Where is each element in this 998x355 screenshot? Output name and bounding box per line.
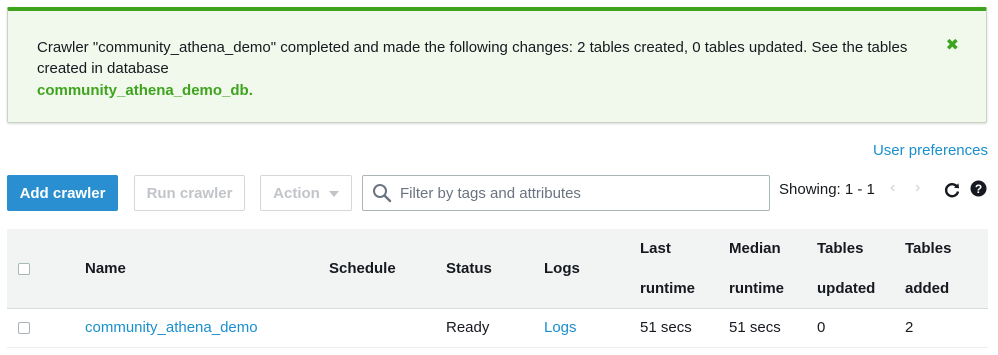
header-tables-added-line2: added	[905, 280, 950, 297]
add-crawler-button[interactable]: Add crawler	[7, 175, 118, 211]
cell-status: Ready	[446, 319, 490, 336]
header-tables-updated[interactable]: Tables updated	[817, 229, 875, 309]
refresh-icon[interactable]	[943, 181, 961, 199]
help-icon[interactable]: ?	[970, 180, 987, 197]
flash-message: Crawler "community_athena_demo" complete…	[37, 39, 908, 77]
svg-text:?: ?	[975, 182, 982, 196]
cell-median-runtime: 51 secs	[729, 319, 781, 336]
header-last-runtime-line1: Last	[640, 240, 671, 257]
close-icon[interactable]: ✖	[946, 38, 959, 54]
crawlers-table: Name Schedule Status Logs Last runtime M…	[7, 229, 988, 348]
header-median-runtime-line1: Median	[729, 240, 781, 257]
cell-tables-added: 2	[905, 319, 914, 336]
row-checkbox[interactable]	[18, 322, 30, 334]
search-input[interactable]	[398, 183, 762, 203]
crawler-name-link[interactable]: community_athena_demo	[85, 319, 258, 336]
success-flash-banner: Crawler "community_athena_demo" complete…	[7, 7, 987, 123]
user-preferences-link[interactable]: User preferences	[873, 142, 988, 159]
search-icon	[373, 184, 392, 203]
header-status[interactable]: Status	[446, 260, 492, 277]
header-last-runtime-line2: runtime	[640, 280, 696, 297]
header-tables-added-line1: Tables	[905, 240, 952, 257]
search-box[interactable]	[362, 175, 770, 211]
header-tables-updated-line1: Tables	[817, 240, 864, 257]
header-median-runtime[interactable]: Median runtime	[729, 229, 784, 309]
caret-down-icon	[328, 191, 339, 197]
table-header: Name Schedule Status Logs Last runtime M…	[7, 229, 988, 309]
header-name[interactable]: Name	[85, 260, 126, 277]
header-schedule[interactable]: Schedule	[329, 260, 396, 277]
header-last-runtime[interactable]: Last runtime	[640, 229, 695, 309]
logs-link[interactable]: Logs	[544, 319, 577, 336]
previous-page-icon[interactable]: ‹	[890, 179, 895, 197]
cell-tables-updated: 0	[817, 319, 826, 336]
action-dropdown[interactable]: Action	[260, 175, 352, 211]
header-tables-updated-line2: updated	[817, 280, 876, 297]
pagination-showing: Showing: 1 - 1	[779, 181, 875, 198]
select-all-checkbox[interactable]	[18, 263, 30, 275]
table-row: community_athena_demo Ready Logs 51 secs…	[7, 309, 988, 348]
flash-database-link[interactable]: community_athena_demo_db.	[37, 82, 253, 99]
next-page-icon[interactable]: ›	[915, 179, 920, 197]
header-median-runtime-line2: runtime	[729, 280, 785, 297]
run-crawler-button[interactable]: Run crawler	[134, 175, 245, 211]
action-dropdown-label: Action	[273, 184, 320, 202]
header-tables-added[interactable]: Tables added	[905, 229, 951, 309]
header-logs[interactable]: Logs	[544, 260, 580, 277]
cell-last-runtime: 51 secs	[640, 319, 692, 336]
